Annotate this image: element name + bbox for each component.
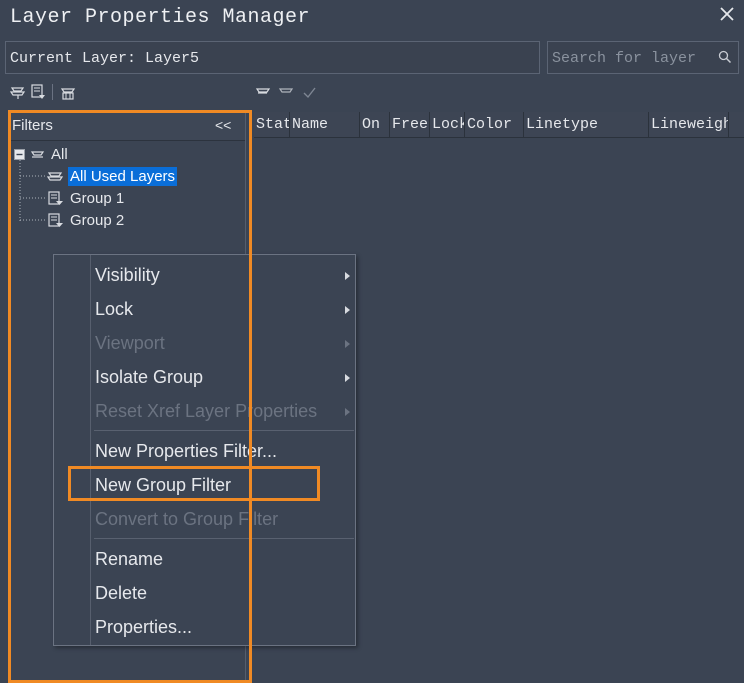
context-menu: Visibility Lock Viewport Isolate Group R…	[53, 254, 356, 646]
search-icon[interactable]	[718, 50, 732, 64]
menu-item-reset-xref: Reset Xref Layer Properties	[95, 396, 350, 426]
submenu-arrow-icon	[345, 374, 350, 382]
new-layer-button[interactable]	[254, 82, 274, 102]
menu-item-isolate-group[interactable]: Isolate Group	[95, 362, 350, 392]
close-button[interactable]	[714, 4, 740, 26]
column-linetype[interactable]: Linetype	[524, 112, 649, 137]
menu-item-label: Convert to Group Filter	[95, 509, 279, 529]
menu-item-properties[interactable]: Properties...	[95, 612, 345, 642]
checkmark-icon	[303, 87, 316, 99]
column-freeze[interactable]: Free	[390, 112, 430, 137]
tree-item-label: Group 2	[70, 211, 125, 229]
menu-item-label: Properties...	[95, 617, 193, 637]
search-input[interactable]	[552, 48, 712, 68]
menu-item-visibility[interactable]: Visibility	[95, 260, 350, 290]
tree-item-label: All	[51, 145, 68, 163]
new-group-filter-button[interactable]	[29, 82, 49, 102]
menu-item-label: Isolate Group	[95, 367, 204, 387]
column-on[interactable]: On	[360, 112, 390, 137]
grid-header: Stat Name On Free Lock Color Linetype Li…	[254, 112, 744, 138]
menu-item-rename[interactable]: Rename	[95, 544, 345, 574]
tree-item-all-used-layers[interactable]: All Used Layers	[47, 165, 178, 187]
menu-separator	[94, 430, 354, 431]
search-box[interactable]	[547, 41, 739, 74]
layer-states-button[interactable]	[59, 82, 79, 102]
menu-item-delete[interactable]: Delete	[95, 578, 345, 608]
tree-item-label: All Used Layers	[68, 166, 178, 186]
tree-item-label: Group 1	[70, 189, 125, 207]
current-layer-field: Current Layer: Layer5	[5, 41, 540, 74]
menu-item-lock[interactable]: Lock	[95, 294, 350, 324]
new-property-filter-button[interactable]	[9, 82, 29, 102]
submenu-arrow-icon	[345, 340, 350, 348]
collapse-node-icon[interactable]	[14, 148, 25, 160]
submenu-arrow-icon	[345, 408, 350, 416]
menu-item-label: Visibility	[95, 265, 160, 285]
property-filter-icon	[9, 87, 26, 99]
submenu-arrow-icon	[345, 272, 350, 280]
menu-item-label: Reset Xref Layer Properties	[95, 401, 318, 421]
group-filter-icon	[48, 191, 63, 205]
set-current-button[interactable]	[300, 82, 320, 102]
layer-filter-icon	[30, 151, 45, 158]
window-title: Layer Properties Manager	[10, 6, 311, 29]
column-lock[interactable]: Lock	[430, 112, 465, 137]
menu-item-label: New Properties Filter...	[95, 441, 278, 461]
menu-item-label: Viewport	[95, 333, 165, 353]
submenu-arrow-icon	[345, 306, 350, 314]
new-layer-icon	[255, 88, 271, 94]
filters-header-label: Filters	[12, 117, 53, 134]
toolbar-separator	[52, 84, 53, 100]
column-status[interactable]: Stat	[254, 112, 290, 137]
menu-item-convert-to-group-filter: Convert to Group Filter	[95, 504, 345, 534]
close-icon	[720, 7, 734, 21]
tree-item-group-1[interactable]: Group 1	[47, 187, 126, 209]
column-name[interactable]: Name	[290, 112, 360, 137]
menu-item-label: New Group Filter	[95, 475, 232, 495]
menu-item-label: Rename	[95, 549, 164, 569]
property-filter-icon	[47, 172, 64, 181]
menu-item-label: Lock	[95, 299, 134, 319]
menu-item-label: Delete	[95, 583, 148, 603]
menu-gutter	[90, 255, 91, 645]
menu-item-viewport: Viewport	[95, 328, 350, 358]
tree-item-group-2[interactable]: Group 2	[47, 209, 126, 231]
menu-item-new-properties-filter[interactable]: New Properties Filter...	[95, 436, 345, 466]
delete-layer-button[interactable]	[277, 82, 297, 102]
group-filter-icon	[31, 84, 45, 99]
current-layer-text: Current Layer: Layer5	[10, 50, 200, 67]
collapse-filters-button[interactable]: <<	[215, 117, 231, 133]
column-color[interactable]: Color	[465, 112, 524, 137]
toolbar	[0, 82, 744, 104]
filters-header: Filters <<	[10, 112, 245, 141]
title-bar: Layer Properties Manager	[0, 0, 744, 36]
group-filter-icon	[48, 213, 63, 227]
menu-item-new-group-filter[interactable]: New Group Filter	[95, 470, 345, 500]
delete-layer-icon	[278, 88, 294, 93]
menu-separator	[94, 538, 354, 539]
column-lineweight[interactable]: Lineweight	[649, 112, 729, 137]
layer-states-icon	[60, 88, 76, 100]
tree-item-all[interactable]: All	[14, 143, 70, 165]
